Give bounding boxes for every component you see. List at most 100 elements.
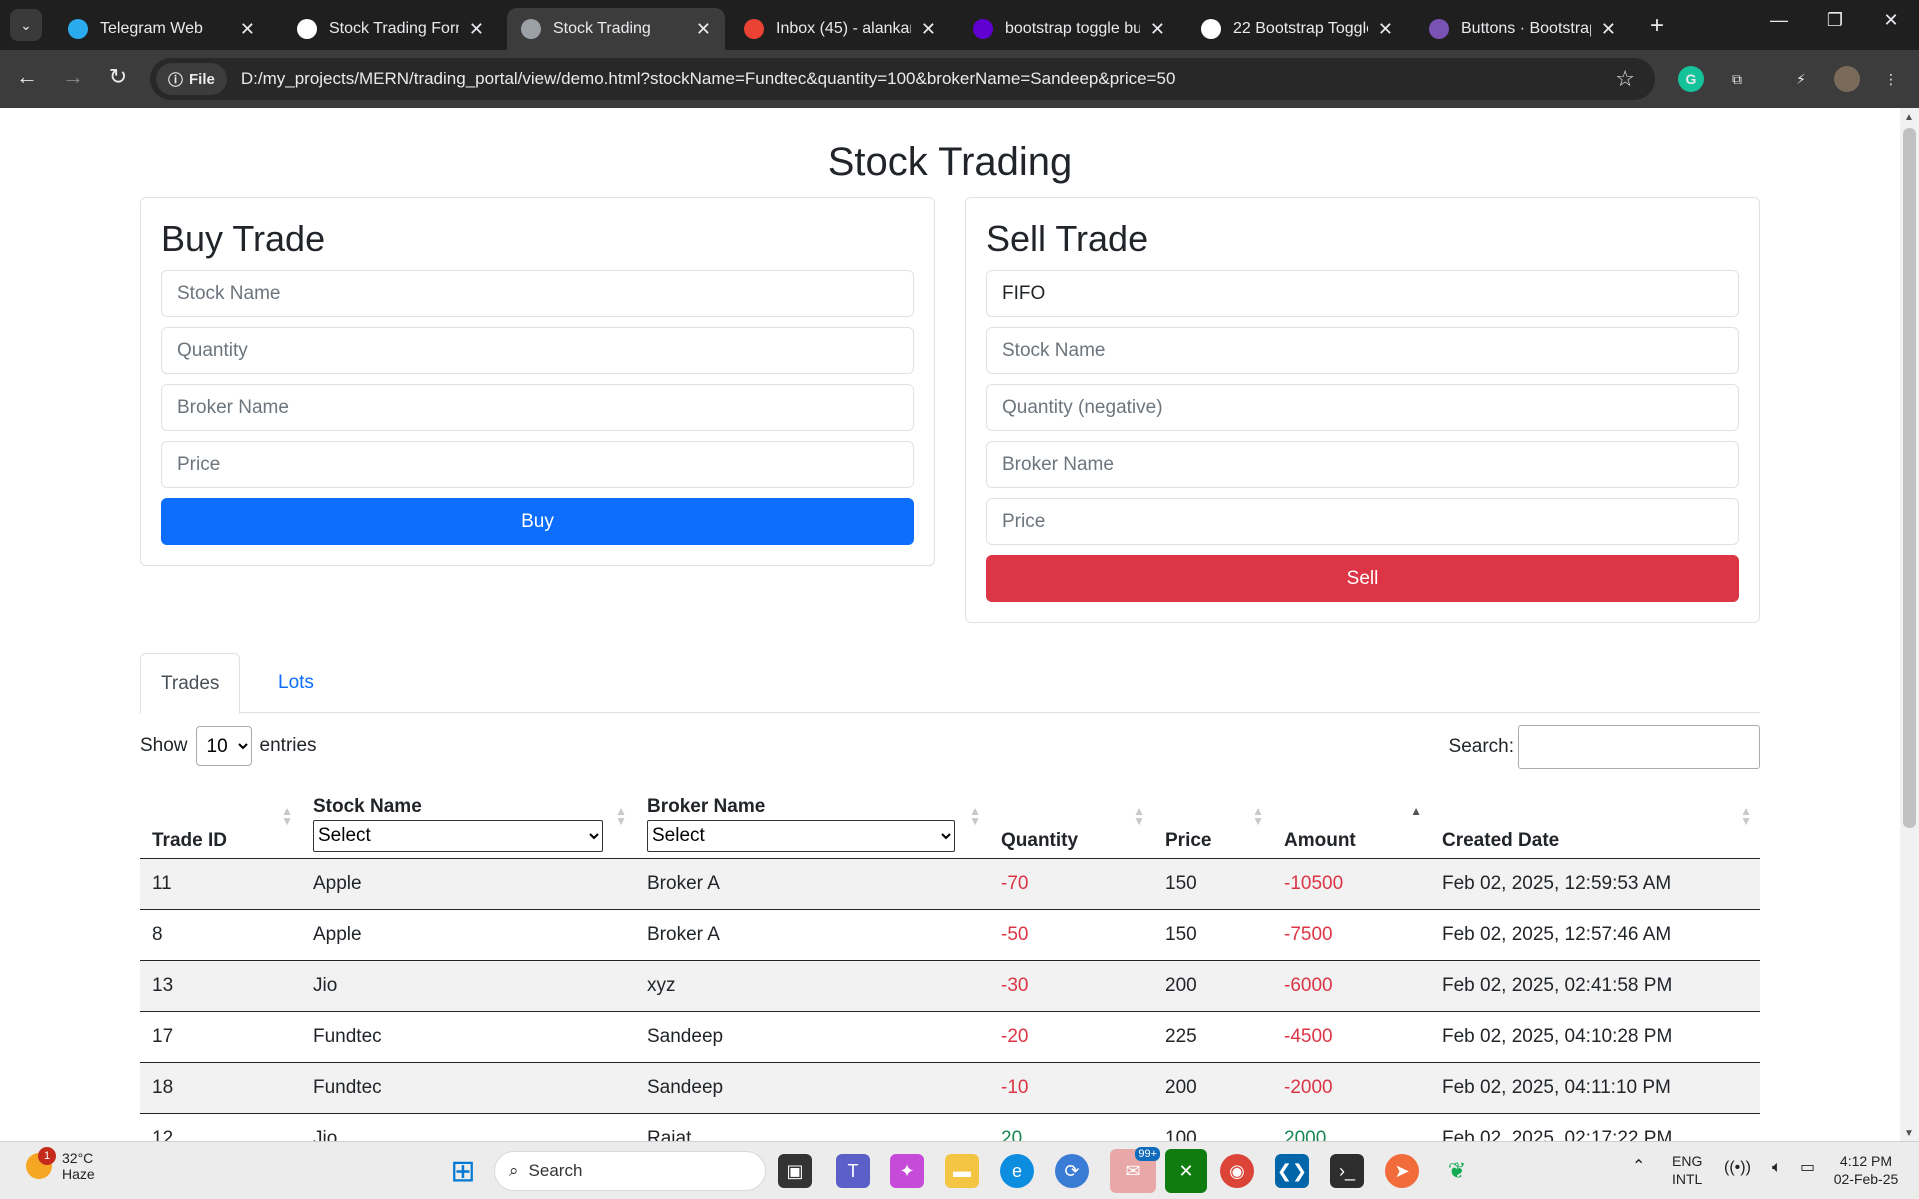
close-tab-icon[interactable]: ✕ <box>240 19 255 40</box>
close-tab-icon[interactable]: ✕ <box>469 19 484 40</box>
browser-tab[interactable]: bootstrap toggle but ✕ <box>959 8 1179 50</box>
broker-filter-select[interactable]: Select <box>647 819 955 852</box>
tab-search-button[interactable]: ⌄ <box>10 9 42 41</box>
entries-select[interactable]: 10 <box>195 726 252 766</box>
browser-tab[interactable]: Stock Trading Form C ✕ <box>283 8 498 50</box>
taskbar-search[interactable]: ⌕ Search <box>494 1151 766 1191</box>
amount-cell: -4500 <box>1272 1011 1430 1063</box>
header-price[interactable]: Price ▲ ▼ <box>1153 788 1272 859</box>
sell-trade-heading: Sell Trade <box>986 218 1149 259</box>
address-bar[interactable]: ⓘ File D:/my_projects/MERN/trading_porta… <box>150 58 1655 100</box>
reload-icon[interactable]: ↻ <box>103 64 133 90</box>
scrollbar-thumb[interactable] <box>1903 128 1916 828</box>
buy-button[interactable]: Buy <box>161 498 914 545</box>
edge-icon[interactable]: e <box>1000 1154 1034 1188</box>
table-row[interactable]: 12 Jio Rajat 20 100 2000 Feb 02, 2025, 02:17:2… <box>140 1113 1760 1141</box>
tab-lots[interactable]: Lots <box>258 653 334 713</box>
profile-avatar[interactable] <box>1834 66 1860 92</box>
clock[interactable]: 4:12 PM 02-Feb-25 <box>1826 1152 1906 1188</box>
trade-id-cell: 11 <box>140 858 301 910</box>
close-tab-icon[interactable]: ✕ <box>696 19 711 40</box>
header-quantity[interactable]: Quantity ▲ ▼ <box>989 788 1153 859</box>
table-row[interactable]: 17 Fundtec Sandeep -20 225 -4500 Feb 02, 2025,… <box>140 1011 1760 1063</box>
sort-icon: ▲ ▼ <box>615 803 627 828</box>
sort-icon: ▲ ▼ <box>281 803 293 828</box>
volume-icon[interactable]: 🔈︎ <box>1772 1159 1782 1177</box>
sell-method-input[interactable] <box>986 270 1739 317</box>
bookmark-star-icon[interactable]: ☆ <box>1615 66 1635 92</box>
copilot-icon[interactable]: ✦ <box>890 1154 924 1188</box>
table-row[interactable]: 11 Apple Broker A -70 150 -10500 Feb 02, 2025,… <box>140 858 1760 910</box>
tray-chevron-icon[interactable]: ⌃ <box>1632 1158 1645 1176</box>
weather-sun-icon: 1 <box>26 1147 56 1179</box>
stock-filter-select[interactable]: Select <box>313 819 603 852</box>
scroll-down-icon[interactable]: ▼ <box>1904 1128 1914 1139</box>
page-scrollbar[interactable]: ▲ ▼ <box>1900 108 1919 1141</box>
extensions-icon[interactable]: ⧉ <box>1724 66 1750 92</box>
file-explorer-icon[interactable]: ▬ <box>945 1154 979 1188</box>
browser-tab[interactable]: Telegram Web ✕ <box>54 8 269 50</box>
sort-icon: ▲ ▼ <box>969 803 981 828</box>
tab-trades[interactable]: Trades <box>140 653 241 714</box>
sell-quantity-input[interactable] <box>986 384 1739 431</box>
menu-dots-icon[interactable]: ⋮ <box>1878 66 1904 92</box>
windows-taskbar: 1 32°C Haze ⊞ ⌕ Search ▣ T ✦ ▬ e ⟳ 99+ ✉ … <box>0 1141 1919 1199</box>
url-text[interactable]: D:/my_projects/MERN/trading_portal/view/… <box>241 69 1176 89</box>
browser-tab[interactable]: 22 Bootstrap Toggle ✕ <box>1187 8 1407 50</box>
terminal-icon[interactable]: ›_ <box>1330 1154 1364 1188</box>
table-row[interactable]: 18 Fundtec Sandeep -10 200 -2000 Feb 02, 2025,… <box>140 1062 1760 1114</box>
quantity-cell: -20 <box>989 1011 1153 1063</box>
mongodb-icon[interactable]: ❦ <box>1440 1154 1474 1188</box>
sell-button[interactable]: Sell <box>986 555 1739 602</box>
close-tab-icon[interactable]: ✕ <box>921 19 936 40</box>
buy-quantity-input[interactable] <box>161 327 914 374</box>
table-row[interactable]: 8 Apple Broker A -50 150 -7500 Feb 02, 2025, 1… <box>140 909 1760 961</box>
minimize-icon[interactable]: — <box>1764 10 1794 31</box>
scroll-up-icon[interactable]: ▲ <box>1904 112 1914 123</box>
vscode-icon[interactable]: ❮❯ <box>1275 1154 1309 1188</box>
header-stock-name[interactable]: Stock Name Select ▲ ▼ <box>301 788 635 859</box>
browser-tab[interactable]: Buttons · Bootstrap ✕ <box>1415 8 1630 50</box>
weather-condition: Haze <box>62 1166 95 1182</box>
language-indicator[interactable]: ENG INTL <box>1672 1152 1702 1188</box>
buy-stock-name-input[interactable] <box>161 270 914 317</box>
yahoo-icon <box>973 19 993 39</box>
forward-icon[interactable]: → <box>58 64 88 90</box>
performance-icon[interactable]: ⚡ <box>1788 66 1814 92</box>
site-info-chip[interactable]: ⓘ File <box>156 63 227 95</box>
header-created-date[interactable]: Created Date ▲ ▼ <box>1430 788 1760 859</box>
header-trade-id[interactable]: Trade ID ▲ ▼ <box>140 788 301 859</box>
header-broker-name[interactable]: Broker Name Select ▲ ▼ <box>635 788 989 859</box>
close-tab-icon[interactable]: ✕ <box>1378 19 1393 40</box>
close-window-icon[interactable]: ✕ <box>1876 10 1906 31</box>
amount-cell: -2000 <box>1272 1062 1430 1114</box>
back-icon[interactable]: ← <box>12 64 42 90</box>
restore-icon[interactable]: ❐ <box>1820 10 1850 31</box>
battery-icon[interactable]: ▭ <box>1800 1159 1815 1177</box>
wifi-icon[interactable]: ((•)) <box>1724 1159 1751 1177</box>
teams-icon[interactable]: T <box>836 1154 870 1188</box>
xbox-icon[interactable]: ✕ <box>1165 1149 1207 1193</box>
browser-tab[interactable]: Inbox (45) - alankar.a ✕ <box>730 8 950 50</box>
new-tab-button[interactable]: + <box>1650 12 1664 40</box>
price-cell: 200 <box>1153 1062 1272 1114</box>
weather-widget[interactable]: 1 32°C Haze <box>26 1147 95 1182</box>
header-amount[interactable]: Amount ▲ <box>1272 788 1430 859</box>
close-tab-icon[interactable]: ✕ <box>1150 19 1165 40</box>
close-tab-icon[interactable]: ✕ <box>1601 19 1616 40</box>
grammarly-icon[interactable]: G <box>1678 66 1704 92</box>
table-row[interactable]: 13 Jio xyz -30 200 -6000 Feb 02, 2025, 02:41:5… <box>140 960 1760 1012</box>
buy-broker-name-input[interactable] <box>161 384 914 431</box>
table-search-input[interactable] <box>1518 725 1760 769</box>
sell-price-input[interactable] <box>986 498 1739 545</box>
windows-start-icon[interactable]: ⊞ <box>446 1154 480 1188</box>
browser-tab[interactable]: Stock Trading ✕ <box>507 8 725 50</box>
buy-price-input[interactable] <box>161 441 914 488</box>
chrome-icon[interactable]: ◉ <box>1220 1154 1254 1188</box>
sell-stock-name-input[interactable] <box>986 327 1739 374</box>
outlook-icon[interactable]: 99+ ✉ <box>1110 1147 1160 1193</box>
sync-icon[interactable]: ⟳ <box>1055 1154 1089 1188</box>
task-view-icon[interactable]: ▣ <box>778 1154 812 1188</box>
sell-broker-name-input[interactable] <box>986 441 1739 488</box>
postman-icon[interactable]: ➤ <box>1385 1154 1419 1188</box>
